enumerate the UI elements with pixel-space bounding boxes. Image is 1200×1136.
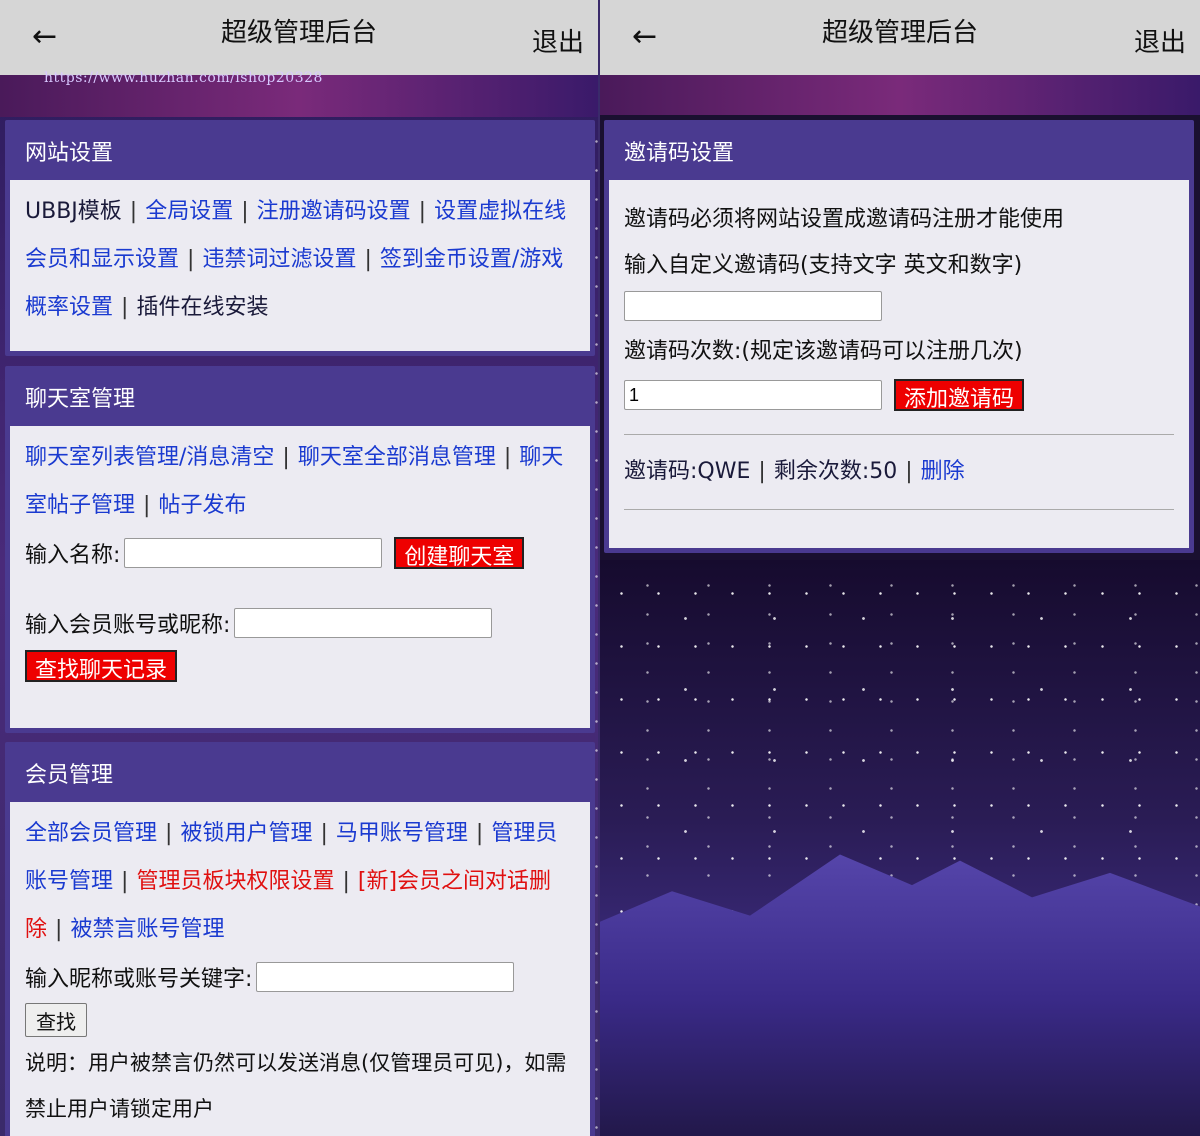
chatroom-name-label: 输入名称: — [25, 543, 121, 568]
site-settings-card: 网站设置 UBBJ模板 | 全局设置 | 注册邀请码设置 | 设置虚拟在线会员和显示设置 | 违… — [5, 120, 595, 356]
separator: | — [121, 869, 129, 894]
custom-code-input-row — [624, 286, 1174, 326]
create-chatroom-button[interactable]: 创建聊天室 — [394, 537, 525, 570]
member-link-4[interactable]: 管理员板块权限设置 — [136, 869, 334, 894]
chatroom-links: 聊天室列表管理/消息清空 | 聊天室全部消息管理 | 聊天室帖子管理 | 帖子发布 — [25, 434, 575, 530]
invite-code-value: 邀请码:QWE — [624, 459, 751, 484]
member-link-1[interactable]: 被锁用户管理 — [180, 821, 312, 846]
separator: | — [165, 821, 173, 846]
separator: | — [342, 869, 350, 894]
separator: | — [143, 493, 151, 518]
invite-notice: 邀请码必须将网站设置成邀请码注册才能使用 — [624, 207, 1065, 232]
chatroom-title: 聊天室管理 — [25, 387, 136, 412]
left-screen: ← 超级管理后台 退出 https://www.huzhan.com/ishop… — [0, 0, 598, 1136]
chatroom-link-3[interactable]: 帖子发布 — [158, 493, 246, 518]
member-link-6[interactable]: 被禁言账号管理 — [70, 917, 224, 942]
banner-image-right — [600, 75, 1200, 115]
separator: | — [905, 459, 913, 484]
divider-bottom — [624, 509, 1174, 510]
invite-code-entry: 邀请码:QWE | 剩余次数:50 | 删除 — [624, 435, 1174, 509]
invite-notice-row: 邀请码必须将网站设置成邀请码注册才能使用 — [624, 194, 1174, 240]
separator: | — [241, 199, 249, 224]
site-settings-title: 网站设置 — [25, 141, 114, 166]
code-count-input[interactable] — [624, 380, 882, 410]
keyword-label: 输入昵称或账号关键字: — [25, 967, 253, 992]
site-settings-body: UBBJ模板 | 全局设置 | 注册邀请码设置 | 设置虚拟在线会员和显示设置 | 违禁词过滤设… — [10, 180, 590, 351]
separator: | — [121, 295, 129, 320]
separator: | — [758, 459, 766, 484]
logout-button-right[interactable]: 退出 — [1134, 22, 1186, 59]
mute-note: 说明：用户被禁言仍然可以发送消息(仅管理员可见)，如需禁止用户请锁定用户 — [25, 1051, 567, 1121]
add-invite-code-button[interactable]: 添加邀请码 — [894, 379, 1025, 412]
site-settings-link-1[interactable]: 全局设置 — [145, 199, 233, 224]
site-settings-link-6[interactable]: 插件在线安装 — [136, 295, 268, 320]
custom-code-label: 输入自定义邀请码(支持文字 英文和数字) — [624, 253, 1023, 278]
top-bar-right: ← 超级管理后台 退出 — [600, 0, 1200, 75]
chatroom-card: 聊天室管理 聊天室列表管理/消息清空 | 聊天室全部消息管理 | 聊天室帖子管理 | 帖子发… — [5, 366, 595, 733]
keyword-input[interactable] — [256, 962, 515, 992]
find-chat-records-button[interactable]: 查找聊天记录 — [25, 650, 178, 683]
member-management-title: 会员管理 — [25, 763, 114, 788]
site-settings-link-4[interactable]: 违禁词过滤设置 — [202, 247, 356, 272]
member-management-links: 全部会员管理 | 被锁用户管理 | 马甲账号管理 | 管理员账号管理 | 管理员板块权限设置 |[… — [25, 810, 575, 954]
separator: | — [503, 445, 512, 470]
chatroom-member-row: 输入会员账号或昵称: — [25, 600, 575, 646]
invite-code-body: 邀请码必须将网站设置成邀请码注册才能使用 输入自定义邀请码(支持文字 英文和数字… — [609, 180, 1189, 548]
separator: | — [475, 821, 484, 846]
chatroom-link-0[interactable]: 聊天室列表管理/消息清空 — [25, 445, 274, 470]
site-settings-links: UBBJ模板 | 全局设置 | 注册邀请码设置 | 设置虚拟在线会员和显示设置 | 违禁词过滤设… — [25, 188, 575, 332]
member-search-label: 输入会员账号或昵称: — [25, 613, 231, 638]
right-screen: ← 超级管理后台 退出 邀请码设置 邀请码必须将网站设置成邀请码注册才能使用 输… — [600, 0, 1200, 1136]
top-bar: ← 超级管理后台 退出 — [0, 0, 598, 75]
search-button[interactable]: 查找 — [25, 1003, 87, 1037]
separator: | — [282, 445, 290, 470]
chatroom-name-input[interactable] — [124, 538, 383, 568]
chatroom-body: 聊天室列表管理/消息清空 | 聊天室全部消息管理 | 聊天室帖子管理 | 帖子发布 输入名称… — [10, 426, 590, 728]
separator: | — [187, 247, 195, 272]
code-count-label-row: 邀请码次数:(规定该邀请码可以注册几次) — [624, 326, 1174, 372]
chatroom-find-row: 查找聊天记录 — [25, 646, 575, 686]
custom-code-label-row: 输入自定义邀请码(支持文字 英文和数字) — [624, 240, 1174, 286]
watermark-url: https://www.huzhan.com/ishop20328 — [44, 70, 323, 86]
member-link-2[interactable]: 马甲账号管理 — [336, 821, 468, 846]
separator: | — [364, 247, 372, 272]
separator: | — [55, 917, 63, 942]
separator: | — [320, 821, 328, 846]
remaining-count: 剩余次数:50 — [773, 459, 898, 484]
invite-code-card: 邀请码设置 邀请码必须将网站设置成邀请码注册才能使用 输入自定义邀请码(支持文字… — [604, 120, 1194, 553]
page-title-right: 超级管理后台 — [821, 18, 978, 48]
separator: | — [418, 199, 427, 224]
member-search-input[interactable] — [234, 608, 493, 638]
member-management-body: 全部会员管理 | 被锁用户管理 | 马甲账号管理 | 管理员账号管理 | 管理员板块权限设置 |[… — [10, 802, 590, 1136]
custom-code-input[interactable] — [624, 291, 882, 321]
code-count-label: 邀请码次数:(规定该邀请码可以注册几次) — [624, 339, 1023, 364]
chatroom-link-1[interactable]: 聊天室全部消息管理 — [298, 445, 496, 470]
separator: | — [129, 199, 138, 224]
member-search-row: 输入昵称或账号关键字: — [25, 954, 575, 1000]
member-management-card: 会员管理 全部会员管理 | 被锁用户管理 | 马甲账号管理 | 管理员账号管理 | 管理员板块权… — [5, 742, 595, 1136]
delete-invite-code-link[interactable]: 删除 — [921, 459, 965, 484]
logout-button[interactable]: 退出 — [532, 22, 584, 59]
page-title: 超级管理后台 — [220, 18, 377, 48]
member-search-button-row: 查找 — [25, 1000, 575, 1040]
code-count-input-row: 添加邀请码 — [624, 372, 1174, 418]
invite-code-title: 邀请码设置 — [624, 141, 735, 166]
chatroom-create-row: 输入名称: 创建聊天室 — [25, 530, 575, 576]
site-settings-link-2[interactable]: 注册邀请码设置 — [257, 199, 411, 224]
member-link-0[interactable]: 全部会员管理 — [25, 821, 157, 846]
site-settings-link-0[interactable]: UBBJ模板 — [25, 199, 122, 224]
